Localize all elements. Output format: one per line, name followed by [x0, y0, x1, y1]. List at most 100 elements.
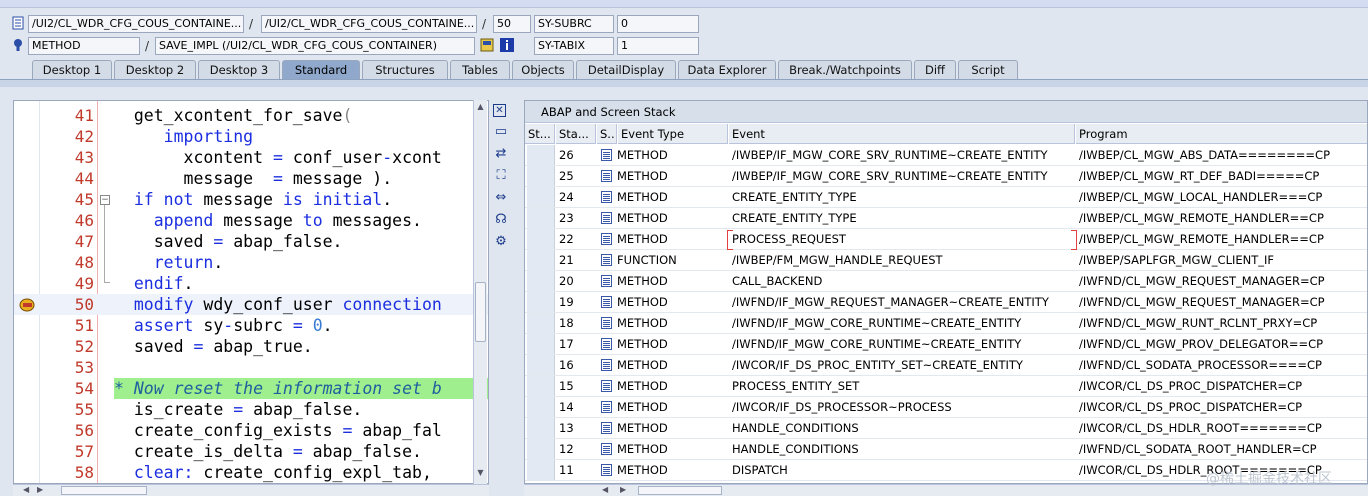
- variable-value-field[interactable]: 0: [617, 15, 699, 33]
- program-name[interactable]: /IWBEP/CL_MGW_RT_DEF_BADI=====CP: [1076, 166, 1367, 187]
- event-name[interactable]: CREATE_ENTITY_TYPE: [729, 187, 1075, 208]
- stack-row[interactable]: 13 METHOD HANDLE_CONDITIONS/IWCOR/CL_DS_HD…: [525, 418, 1367, 439]
- row-selector[interactable]: [527, 397, 555, 417]
- replace-tool-icon[interactable]: ⇄: [493, 146, 509, 162]
- source-icon[interactable]: [597, 439, 617, 460]
- editor-vertical-scrollbar[interactable]: ▲ ▼: [473, 100, 487, 484]
- event-name[interactable]: HANDLE_CONDITIONS: [729, 418, 1075, 439]
- stack-row[interactable]: 17 METHOD/IWFND/IF_MGW_CORE_RUNTIME~CREAT…: [525, 334, 1367, 355]
- column-header[interactable]: St...: [525, 124, 555, 144]
- program-name[interactable]: /IWFND/CL_MGW_RUNT_RCLNT_PRXY=CP: [1076, 313, 1367, 334]
- variable-name-field-2[interactable]: SY-TABIX: [534, 37, 614, 55]
- program-name[interactable]: /IWBEP/CL_MGW_ABS_DATA========CP: [1076, 145, 1367, 166]
- scroll-thumb[interactable]: [638, 486, 722, 495]
- event-name[interactable]: /IWBEP/IF_MGW_CORE_SRV_RUNTIME~CREATE_EN…: [729, 145, 1075, 166]
- stack-row[interactable]: 15 METHOD PROCESS_ENTITY_SET/IWCOR/CL_DS_P…: [525, 376, 1367, 397]
- stack-row[interactable]: 20 METHOD CALL_BACKEND/IWFND/CL_MGW_REQUES…: [525, 271, 1367, 292]
- include-field[interactable]: /UI2/CL_WDR_CFG_COUS_CONTAINE...: [261, 15, 477, 33]
- program-name[interactable]: /IWFND/CL_SODATA_ROOT_HANDLER=CP: [1076, 439, 1367, 460]
- display-object-icon[interactable]: [480, 38, 494, 52]
- tab-structures[interactable]: Structures: [362, 60, 448, 79]
- source-icon[interactable]: [597, 397, 617, 418]
- column-header[interactable]: Sta...: [556, 124, 596, 144]
- method-name-field[interactable]: SAVE_IMPL (/UI2/CL_WDR_CFG_COUS_CONTAINE…: [155, 37, 475, 55]
- source-icon[interactable]: [597, 187, 617, 208]
- event-name[interactable]: /IWFND/IF_MGW_REQUEST_MANAGER~CREATE_ENT…: [729, 292, 1075, 313]
- event-name[interactable]: PROCESS_ENTITY_SET: [729, 376, 1075, 397]
- program-name[interactable]: /IWCOR/CL_DS_HDLR_ROOT=======CP: [1076, 418, 1367, 439]
- close-tool-icon[interactable]: ✕: [493, 104, 506, 117]
- stack-row[interactable]: 26 METHOD/IWBEP/IF_MGW_CORE_SRV_RUNTIME~C…: [525, 145, 1367, 166]
- source-icon[interactable]: [597, 208, 617, 229]
- stack-row[interactable]: 23 METHOD CREATE_ENTITY_TYPE/IWBEP/CL_MGW_…: [525, 208, 1367, 229]
- scroll-thumb[interactable]: [475, 282, 486, 342]
- tab-diff[interactable]: Diff: [914, 60, 956, 79]
- services-icon[interactable]: ☊: [493, 212, 509, 228]
- source-icon[interactable]: [597, 313, 617, 334]
- row-selector[interactable]: [527, 250, 555, 270]
- tab-desktop-1[interactable]: Desktop 1: [32, 60, 112, 79]
- column-header[interactable]: Event: [729, 124, 1075, 144]
- tab-data-explorer[interactable]: Data Explorer: [678, 60, 776, 79]
- event-name[interactable]: HANDLE_CONDITIONS: [729, 439, 1075, 460]
- tab-desktop-2[interactable]: Desktop 2: [114, 60, 196, 79]
- row-selector[interactable]: [527, 208, 555, 228]
- event-name[interactable]: CREATE_ENTITY_TYPE: [729, 208, 1075, 229]
- stack-row[interactable]: 18 METHOD/IWFND/IF_MGW_CORE_RUNTIME~CREAT…: [525, 313, 1367, 334]
- scroll-right-icon[interactable]: ▶: [37, 485, 43, 494]
- row-selector[interactable]: [527, 418, 555, 438]
- stack-row[interactable]: 25 METHOD/IWBEP/IF_MGW_CORE_SRV_RUNTIME~C…: [525, 166, 1367, 187]
- event-name[interactable]: /IWBEP/FM_MGW_HANDLE_REQUEST: [729, 250, 1075, 271]
- stack-row[interactable]: 21 FUNCTION/IWBEP/FM_MGW_HANDLE_REQUEST/I…: [525, 250, 1367, 271]
- stack-row[interactable]: 14 METHOD/IWCOR/IF_DS_PROCESSOR~PROCESS/I…: [525, 397, 1367, 418]
- tab-detaildisplay[interactable]: DetailDisplay: [576, 60, 676, 79]
- row-selector[interactable]: [527, 313, 555, 333]
- tab-desktop-3[interactable]: Desktop 3: [198, 60, 280, 79]
- event-name[interactable]: DISPATCH: [729, 460, 1075, 481]
- event-name[interactable]: CALL_BACKEND: [729, 271, 1075, 292]
- program-name[interactable]: /IWCOR/CL_DS_PROC_DISPATCHER=CP: [1076, 376, 1367, 397]
- row-selector[interactable]: [527, 229, 555, 249]
- scroll-right-icon[interactable]: ▶: [620, 485, 626, 494]
- source-icon[interactable]: [597, 145, 617, 166]
- stack-row[interactable]: 22 METHOD PROCESS_REQUEST/IWBEP/CL_MGW_REM…: [525, 229, 1367, 250]
- column-header[interactable]: S..: [597, 124, 617, 144]
- source-icon[interactable]: [597, 460, 617, 481]
- event-type-field[interactable]: METHOD: [28, 37, 140, 55]
- program-name[interactable]: /IWFND/CL_SODATA_PROCESSOR====CP: [1076, 355, 1367, 376]
- source-code-editor[interactable]: 41 get_xcontent_for_save( 42 importing 4…: [13, 100, 489, 484]
- event-name[interactable]: PROCESS_REQUEST: [729, 229, 1075, 250]
- column-header[interactable]: Event Type: [618, 124, 728, 144]
- row-selector[interactable]: [527, 334, 555, 354]
- tab-tables[interactable]: Tables: [450, 60, 510, 79]
- row-selector[interactable]: [527, 355, 555, 375]
- event-name[interactable]: /IWBEP/IF_MGW_CORE_SRV_RUNTIME~CREATE_EN…: [729, 166, 1075, 187]
- column-header[interactable]: Program: [1076, 124, 1367, 144]
- event-name[interactable]: /IWFND/IF_MGW_CORE_RUNTIME~CREATE_ENTITY: [729, 313, 1075, 334]
- row-selector[interactable]: [527, 376, 555, 396]
- tab-objects[interactable]: Objects: [512, 60, 574, 79]
- event-name[interactable]: /IWCOR/IF_DS_PROC_ENTITY_SET~CREATE_ENTI…: [729, 355, 1075, 376]
- stack-row[interactable]: 19 METHOD/IWFND/IF_MGW_REQUEST_MANAGER~CR…: [525, 292, 1367, 313]
- row-selector[interactable]: [527, 187, 555, 207]
- main-program-field[interactable]: /UI2/CL_WDR_CFG_COUS_CONTAINE...: [28, 15, 244, 33]
- row-selector[interactable]: [527, 271, 555, 291]
- stack-row[interactable]: 16 METHOD/IWCOR/IF_DS_PROC_ENTITY_SET~CRE…: [525, 355, 1367, 376]
- source-icon[interactable]: [597, 166, 617, 187]
- line-number-field[interactable]: 50: [493, 15, 531, 33]
- program-name[interactable]: /IWFND/CL_MGW_REQUEST_MANAGER=CP: [1076, 292, 1367, 313]
- editor-horizontal-scrollbar[interactable]: ◀ ▶: [13, 484, 489, 496]
- source-icon[interactable]: [597, 271, 617, 292]
- scroll-up-icon[interactable]: ▲: [475, 102, 486, 112]
- settings-icon[interactable]: ⚙: [493, 234, 509, 250]
- maximize-icon[interactable]: ⛶: [493, 168, 509, 184]
- program-name[interactable]: /IWFND/CL_MGW_PROV_DELEGATOR==CP: [1076, 334, 1367, 355]
- source-icon[interactable]: [597, 229, 617, 250]
- program-name[interactable]: /IWBEP/CL_MGW_REMOTE_HANDLER==CP: [1076, 229, 1367, 250]
- stack-row[interactable]: 24 METHOD CREATE_ENTITY_TYPE/IWBEP/CL_MGW_…: [525, 187, 1367, 208]
- scroll-left-icon[interactable]: ◀: [23, 485, 29, 494]
- collapse-icon[interactable]: −: [100, 195, 110, 205]
- tab-standard[interactable]: Standard: [282, 60, 360, 79]
- info-icon[interactable]: [500, 38, 514, 52]
- row-selector[interactable]: [527, 166, 555, 186]
